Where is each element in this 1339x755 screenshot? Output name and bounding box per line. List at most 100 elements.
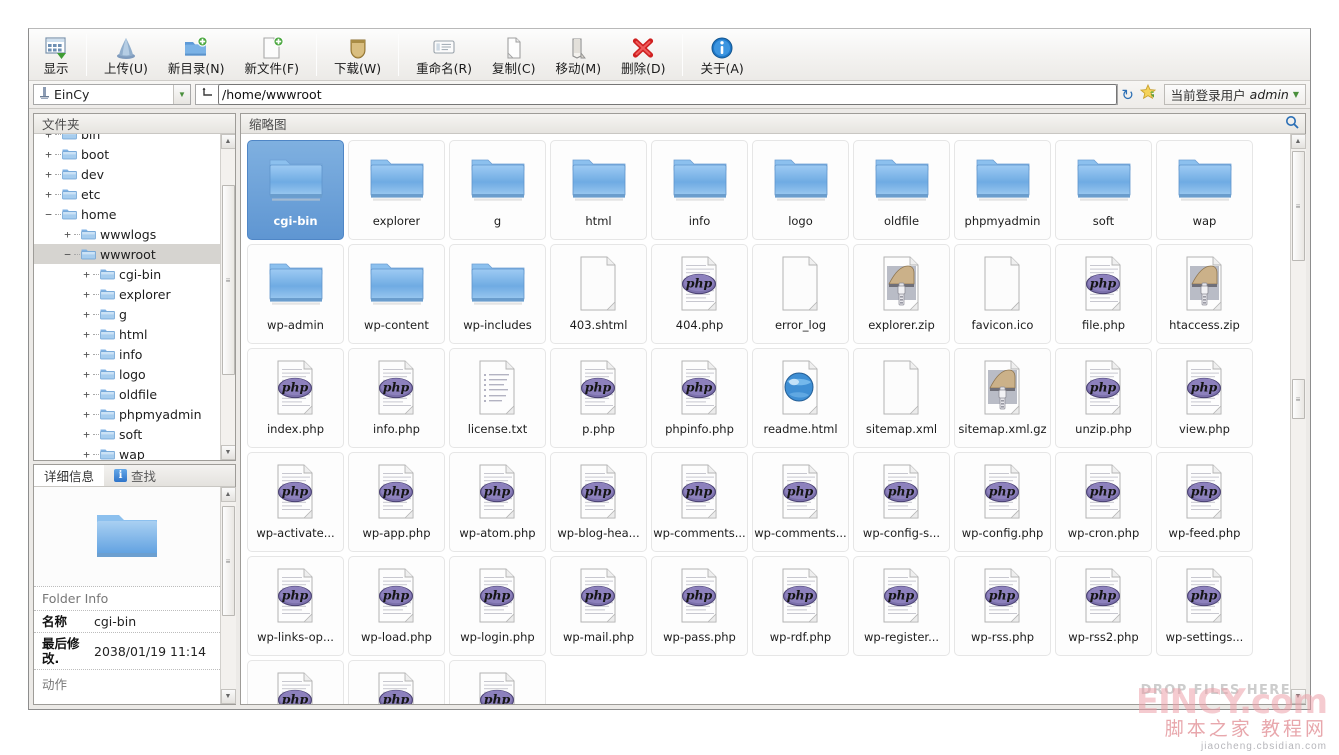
- tree-scroll-thumb[interactable]: ≡: [221, 185, 235, 375]
- file-tile[interactable]: php wp-mail.php: [550, 556, 647, 656]
- tree-expander-icon[interactable]: +: [80, 408, 93, 421]
- toolbar-button-move[interactable]: 移动(M): [546, 30, 612, 80]
- tree-node-bin[interactable]: + bin: [34, 134, 220, 144]
- chevron-down-icon[interactable]: ▼: [173, 85, 190, 104]
- file-tile[interactable]: php wp-rss.php: [954, 556, 1051, 656]
- file-tile[interactable]: php wp-load.php: [348, 556, 445, 656]
- tree-expander-icon[interactable]: +: [42, 134, 55, 141]
- file-tile[interactable]: sitemap.xml: [853, 348, 950, 448]
- scroll-up-icon[interactable]: ▲: [1290, 134, 1306, 149]
- tree-expander-icon[interactable]: +: [80, 348, 93, 361]
- file-tile[interactable]: php unzip.php: [1055, 348, 1152, 448]
- tree-node-wap[interactable]: + wap: [34, 444, 220, 461]
- scroll-up-icon[interactable]: ▲: [220, 134, 235, 149]
- tree-node-info[interactable]: + info: [34, 344, 220, 364]
- tree-expander-icon[interactable]: +: [80, 388, 93, 401]
- file-tile-folder[interactable]: cgi-bin: [247, 140, 344, 240]
- file-tile[interactable]: php wp-pass.php: [651, 556, 748, 656]
- file-tile[interactable]: phpwp-t3.php: [449, 660, 546, 704]
- file-tile[interactable]: php phpinfo.php: [651, 348, 748, 448]
- tree-node-soft[interactable]: + soft: [34, 424, 220, 444]
- tab-details[interactable]: 详细信息: [34, 465, 105, 486]
- file-tile-folder[interactable]: wap: [1156, 140, 1253, 240]
- file-tile[interactable]: php wp-login.php: [449, 556, 546, 656]
- go-up-icon[interactable]: [196, 87, 218, 102]
- tree-expander-icon[interactable]: +: [42, 148, 55, 161]
- file-tile[interactable]: license.txt: [449, 348, 546, 448]
- tree-expander-icon[interactable]: +: [80, 308, 93, 321]
- file-tile[interactable]: php view.php: [1156, 348, 1253, 448]
- file-tile-folder[interactable]: wp-content: [348, 244, 445, 344]
- tree-node-explorer[interactable]: + explorer: [34, 284, 220, 304]
- tree-expander-icon[interactable]: +: [80, 268, 93, 281]
- toolbar-button-copy[interactable]: 复制(C): [482, 30, 545, 80]
- file-tile-folder[interactable]: wp-includes: [449, 244, 546, 344]
- scroll-down-icon[interactable]: ▼: [220, 445, 235, 460]
- file-tile[interactable]: htaccess.zip: [1156, 244, 1253, 344]
- file-tile[interactable]: php file.php: [1055, 244, 1152, 344]
- file-tile[interactable]: php index.php: [247, 348, 344, 448]
- tree-node-boot[interactable]: + boot: [34, 144, 220, 164]
- tree-node-home[interactable]: − home: [34, 204, 220, 224]
- file-tile[interactable]: php wp-links-op...: [247, 556, 344, 656]
- file-tile[interactable]: php wp-config-s...: [853, 452, 950, 552]
- tree-expander-icon[interactable]: +: [80, 428, 93, 441]
- tree-expander-icon[interactable]: +: [80, 368, 93, 381]
- drive-select[interactable]: EinCy ▼: [33, 84, 191, 105]
- file-tile[interactable]: favicon.ico: [954, 244, 1051, 344]
- grid-scroll-thumb[interactable]: ≡: [1291, 151, 1305, 261]
- details-vertical-scrollbar[interactable]: ▲ ≡ ▼: [220, 487, 236, 704]
- tree-expander-icon[interactable]: +: [61, 228, 74, 241]
- search-icon[interactable]: [1285, 115, 1299, 133]
- tree-node-g[interactable]: + g: [34, 304, 220, 324]
- path-field-wrap[interactable]: [195, 84, 1118, 105]
- bookmark-star-icon[interactable]: [1138, 83, 1160, 105]
- file-tile[interactable]: php wp-atom.php: [449, 452, 546, 552]
- file-tile[interactable]: php wp-comments...: [651, 452, 748, 552]
- file-tile[interactable]: php wp-cron.php: [1055, 452, 1152, 552]
- grid-vertical-scrollbar[interactable]: ▲ ≡ ≡ ▼: [1290, 134, 1306, 704]
- folder-tree[interactable]: + bin + boot + dev + etc − home + wwwlogs − wwwroot + c…: [34, 134, 220, 460]
- file-tile[interactable]: php wp-register...: [853, 556, 950, 656]
- file-tile-folder[interactable]: g: [449, 140, 546, 240]
- toolbar-button-upload[interactable]: 上传(U): [94, 30, 158, 80]
- tree-node-etc[interactable]: + etc: [34, 184, 220, 204]
- file-tile[interactable]: php wp-activate...: [247, 452, 344, 552]
- file-tile[interactable]: php wp-app.php: [348, 452, 445, 552]
- tree-node-cgi-bin[interactable]: + cgi-bin: [34, 264, 220, 284]
- file-tile[interactable]: error_log: [752, 244, 849, 344]
- file-tile[interactable]: php wp-rss2.php: [1055, 556, 1152, 656]
- file-tile[interactable]: phpwp-t2.php: [348, 660, 445, 704]
- tree-expander-icon[interactable]: +: [42, 188, 55, 201]
- tree-node-oldfile[interactable]: + oldfile: [34, 384, 220, 404]
- file-tile[interactable]: phpwp-t1.php: [247, 660, 344, 704]
- toolbar-button-rename[interactable]: 重命名(R): [406, 30, 482, 80]
- chevron-down-icon[interactable]: ▼: [1293, 90, 1299, 99]
- file-tile[interactable]: php wp-rdf.php: [752, 556, 849, 656]
- tree-node-wwwroot[interactable]: − wwwroot: [34, 244, 220, 264]
- refresh-icon[interactable]: ↻: [1118, 86, 1138, 104]
- tree-expander-icon[interactable]: +: [80, 448, 93, 461]
- file-tile-folder[interactable]: oldfile: [853, 140, 950, 240]
- tree-node-logo[interactable]: + logo: [34, 364, 220, 384]
- scroll-up-icon[interactable]: ▲: [220, 487, 236, 502]
- toolbar-button-display[interactable]: 显示: [33, 30, 79, 80]
- tree-expander-icon[interactable]: −: [42, 208, 55, 221]
- scroll-down-icon[interactable]: ▼: [220, 689, 236, 704]
- tree-expander-icon[interactable]: +: [42, 168, 55, 181]
- file-tile-folder[interactable]: logo: [752, 140, 849, 240]
- toolbar-button-delete[interactable]: 删除(D): [611, 30, 675, 80]
- tree-expander-icon[interactable]: −: [61, 248, 74, 261]
- tree-expander-icon[interactable]: +: [80, 328, 93, 341]
- toolbar-button-new-file[interactable]: 新文件(F): [235, 30, 309, 80]
- tab-search[interactable]: i 查找: [104, 465, 166, 486]
- grid-scroll-thumb-mid[interactable]: ≡: [1291, 379, 1305, 419]
- file-tile[interactable]: php info.php: [348, 348, 445, 448]
- file-tile[interactable]: php wp-config.php: [954, 452, 1051, 552]
- tree-node-dev[interactable]: + dev: [34, 164, 220, 184]
- toolbar-button-new-folder[interactable]: 新目录(N): [158, 30, 235, 80]
- tree-expander-icon[interactable]: +: [80, 288, 93, 301]
- details-scroll-track[interactable]: ≡: [220, 502, 236, 689]
- toolbar-button-about[interactable]: 关于(A): [690, 30, 753, 80]
- grid-scroll-track[interactable]: ≡ ≡: [1290, 149, 1306, 689]
